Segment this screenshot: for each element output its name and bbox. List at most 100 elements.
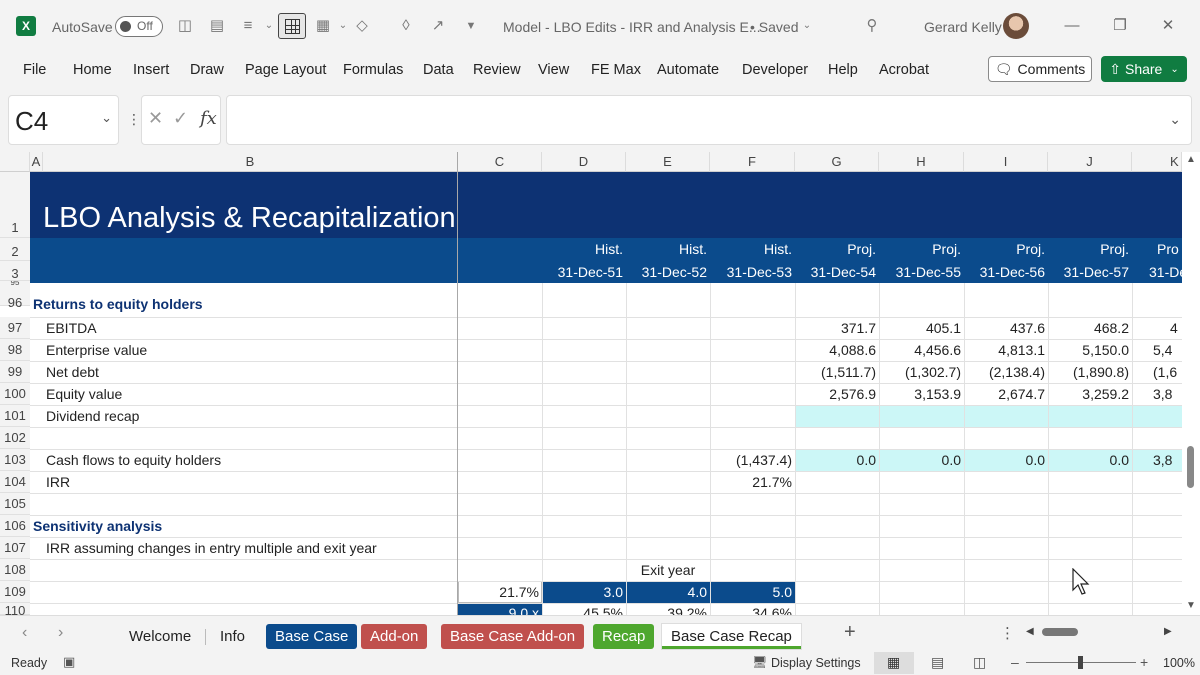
cell-value[interactable]: 5,150.0 [1048, 339, 1132, 361]
sensitivity-base-irr[interactable]: 21.7% [458, 581, 542, 603]
cell-value[interactable]: 0.0 [795, 449, 879, 471]
menu-acrobat[interactable]: Acrobat [879, 62, 929, 78]
row-header[interactable]: 104 [0, 471, 30, 493]
tab-base-case-recap[interactable]: Base Case Recap [662, 624, 801, 649]
menu-home[interactable]: Home [73, 62, 112, 78]
camera-icon[interactable]: ◫ [175, 17, 195, 35]
more-options-icon[interactable]: ⋮ [127, 111, 141, 128]
menu-file[interactable]: File [23, 62, 46, 78]
scroll-right-icon[interactable]: ▶ [1164, 626, 1172, 637]
accessibility-icon[interactable]: ▣ [63, 654, 75, 670]
scroll-thumb[interactable] [1187, 446, 1194, 488]
shapes-icon[interactable]: ◇ [352, 17, 372, 35]
row-header[interactable]: 96 [0, 285, 30, 310]
search-icon[interactable]: ⚲ [862, 17, 882, 35]
irr-value[interactable]: 21.7% [710, 471, 795, 493]
row-header[interactable]: 102 [0, 427, 30, 449]
zoom-level[interactable]: 100% [1163, 656, 1195, 670]
cell-value[interactable]: 5,4 [1150, 339, 1175, 361]
row-header[interactable]: 107 [0, 537, 30, 559]
more-options-icon[interactable]: ⋮ [1000, 624, 1015, 642]
menu-help[interactable]: Help [828, 62, 858, 78]
vertical-scrollbar[interactable]: ▲ ▼ [1182, 152, 1200, 615]
row-header[interactable]: 110 [0, 603, 30, 615]
cell-value[interactable]: 405.1 [879, 317, 964, 339]
formula-input[interactable]: ⌄ [226, 95, 1192, 145]
menu-draw[interactable]: Draw [190, 62, 224, 78]
entry-multiple-value[interactable]: 9.0 x [458, 603, 542, 615]
sensitivity-value[interactable]: 45.5% [542, 603, 626, 615]
tab-base-case[interactable]: Base Case [266, 624, 358, 649]
column-header-h[interactable]: H [879, 152, 964, 172]
cell-value[interactable]: 0.0 [964, 449, 1048, 471]
row-header[interactable]: 3 [0, 261, 30, 281]
eraser-icon[interactable]: ◊ [396, 17, 416, 35]
link-icon[interactable]: ↗ [428, 17, 448, 35]
menu-view[interactable]: View [538, 62, 569, 78]
tab-info[interactable]: Info [211, 624, 254, 649]
menu-page-layout[interactable]: Page Layout [245, 62, 326, 78]
column-header-i[interactable]: I [964, 152, 1048, 172]
autosave-toggle[interactable]: Off [115, 16, 163, 37]
worksheet-grid[interactable]: A B C D E F G H I J K LBO Analysis & Rec… [0, 152, 1200, 615]
menu-review[interactable]: Review [473, 62, 521, 78]
exit-year-value[interactable]: 4.0 [626, 581, 710, 603]
sheet-icon[interactable]: ▦ [313, 17, 333, 35]
sensitivity-value[interactable]: 39.2% [626, 603, 710, 615]
minimize-icon[interactable]: — [1060, 14, 1084, 38]
zoom-out-icon[interactable]: – [1011, 654, 1019, 670]
chevron-down-icon[interactable]: ⌄ [1169, 111, 1181, 128]
avatar[interactable] [1003, 13, 1029, 39]
comments-button[interactable]: 🗨 Comments [988, 56, 1092, 82]
menu-developer[interactable]: Developer [742, 62, 808, 78]
cell-value[interactable]: 0.0 [879, 449, 964, 471]
scroll-down-icon[interactable]: ▼ [1186, 600, 1196, 611]
exit-year-value[interactable]: 5.0 [710, 581, 795, 603]
cell-value[interactable]: 3,8 [1150, 383, 1175, 405]
cell-value[interactable]: (1,437.4) [710, 449, 795, 471]
row-header[interactable]: 108 [0, 559, 30, 581]
row-header[interactable]: 100 [0, 383, 30, 405]
zoom-slider-thumb[interactable] [1078, 656, 1083, 669]
cell-value[interactable]: (1,511.7) [795, 361, 879, 383]
row-header[interactable]: 103 [0, 449, 30, 471]
horizontal-scroll-thumb[interactable] [1042, 628, 1078, 636]
zoom-in-icon[interactable]: + [1140, 654, 1148, 670]
chevron-down-icon[interactable]: ⌄ [797, 17, 817, 35]
chevron-down-icon[interactable]: ⌄ [101, 110, 112, 126]
chevron-right-icon[interactable]: › [58, 624, 63, 642]
exit-year-value[interactable]: 3.0 [542, 581, 626, 603]
cell-value[interactable]: 4,456.6 [879, 339, 964, 361]
page-break-icon[interactable]: ◫ [973, 654, 986, 671]
tab-recap[interactable]: Recap [593, 624, 655, 649]
cell-value[interactable]: 371.7 [795, 317, 879, 339]
cell-value[interactable]: 4,088.6 [795, 339, 879, 361]
menu-insert[interactable]: Insert [133, 62, 169, 78]
row-header[interactable]: 97 [0, 317, 30, 339]
cell-value[interactable]: 2,674.7 [964, 383, 1048, 405]
cell-value[interactable]: (1,302.7) [879, 361, 964, 383]
column-header-a[interactable]: A [30, 152, 43, 172]
cell-value[interactable]: (1,6 [1150, 361, 1180, 383]
row-header[interactable]: 99 [0, 361, 30, 383]
scroll-left-icon[interactable]: ◀ [1026, 626, 1034, 637]
menu-automate[interactable]: Automate [657, 62, 719, 78]
close-icon[interactable]: ✕ [1156, 14, 1180, 38]
page-layout-icon[interactable]: ▤ [931, 654, 944, 671]
add-sheet-icon[interactable]: + [844, 621, 856, 644]
chevron-down-icon[interactable]: ⌄ [333, 17, 353, 35]
user-name[interactable]: Gerard Kelly [924, 14, 1002, 40]
row-header[interactable]: 106 [0, 515, 30, 537]
name-box[interactable]: C4 ⌄ [8, 95, 119, 145]
enter-icon[interactable]: ✓ [173, 108, 188, 129]
menu-formulas[interactable]: Formulas [343, 62, 403, 78]
row-header[interactable]: 109 [0, 581, 30, 603]
cell-value[interactable]: 3,153.9 [879, 383, 964, 405]
align-icon[interactable]: ≡ [238, 17, 258, 35]
restore-icon[interactable]: ❐ [1108, 14, 1132, 38]
borders-button[interactable] [278, 13, 306, 39]
column-header-e[interactable]: E [626, 152, 710, 172]
form-icon[interactable]: ▤ [207, 17, 227, 35]
scroll-up-icon[interactable]: ▲ [1186, 154, 1196, 165]
cell-value[interactable]: 468.2 [1048, 317, 1132, 339]
